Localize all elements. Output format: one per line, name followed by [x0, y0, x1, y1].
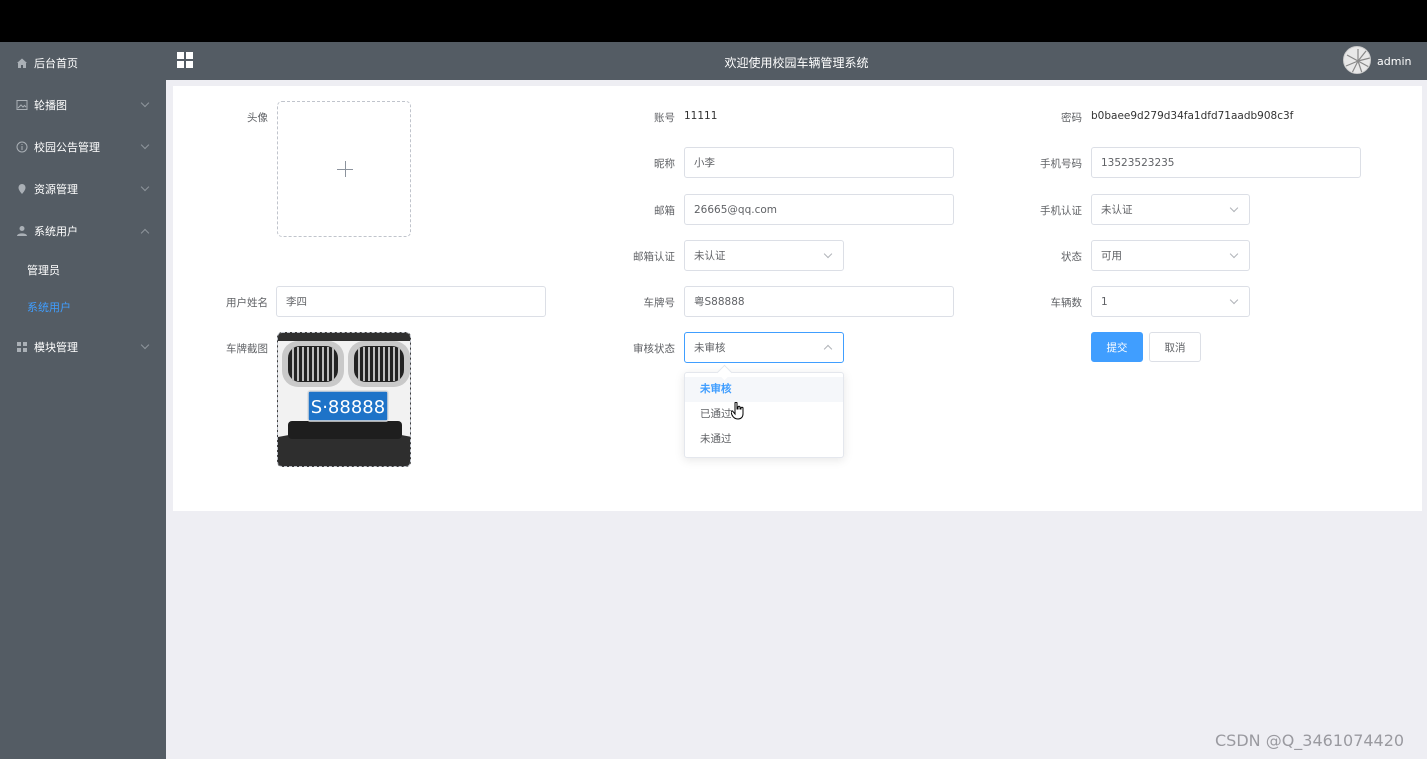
home-icon: [16, 57, 28, 69]
review-value: 未审核: [694, 342, 726, 354]
chevron-up-icon: [140, 228, 150, 238]
chevron-down-icon: [1229, 249, 1239, 259]
page-title: 欢迎使用校园车辆管理系统: [724, 56, 869, 70]
review-option[interactable]: 已通过: [685, 402, 843, 427]
email-verify-label: 邮箱认证: [633, 251, 675, 263]
chevron-down-icon: [823, 249, 833, 259]
review-dropdown: 未审核 已通过 未通过: [684, 372, 844, 458]
sidebar-subitem-label: 系统用户: [27, 301, 71, 314]
email-label: 邮箱: [654, 205, 675, 217]
chevron-down-icon: [140, 140, 150, 150]
sidebar-item-home[interactable]: 后台首页: [0, 43, 166, 83]
sidebar-item-label: 资源管理: [34, 183, 78, 196]
plate-text: S·88888: [311, 397, 385, 418]
sidebar-subitem-label: 管理员: [27, 264, 60, 277]
sidebar-item-system-users[interactable]: 系统用户: [0, 211, 166, 251]
sidebar-item-label: 模块管理: [34, 341, 78, 354]
password-label: 密码: [1061, 112, 1082, 124]
email-verify-select[interactable]: 未认证: [684, 240, 844, 271]
info-icon: [16, 141, 28, 153]
review-select[interactable]: 未审核: [684, 332, 844, 363]
user-icon: [16, 225, 28, 237]
grid-icon: [16, 341, 28, 353]
chevron-down-icon: [1229, 295, 1239, 305]
phone-verify-value: 未认证: [1101, 204, 1133, 216]
phone-verify-select[interactable]: 未认证: [1091, 194, 1250, 225]
sidebar-item-label: 校园公告管理: [34, 141, 100, 154]
top-header: 欢迎使用校园车辆管理系统 admin: [166, 42, 1427, 80]
sidebar-item-label: 轮播图: [34, 99, 67, 112]
phone-value: 13523523235: [1101, 156, 1175, 169]
username[interactable]: admin: [1377, 55, 1411, 68]
sidebar-item-modules[interactable]: 模块管理: [0, 327, 166, 367]
phone-input[interactable]: 13523523235: [1091, 147, 1361, 178]
plate-value: 粤S88888: [694, 296, 745, 308]
status-select[interactable]: 可用: [1091, 240, 1250, 271]
nickname-value: 小李: [694, 157, 715, 169]
phone-label: 手机号码: [1040, 158, 1082, 170]
plate-image-label: 车牌截图: [226, 343, 268, 355]
realname-input[interactable]: 李四: [276, 286, 546, 317]
plate-image-uploader[interactable]: S·88888: [277, 332, 411, 467]
sidebar-subitem-system-users[interactable]: 系统用户: [0, 289, 166, 325]
status-value: 可用: [1101, 250, 1122, 262]
review-label: 审核状态: [633, 343, 675, 355]
chevron-down-icon: [1229, 203, 1239, 213]
account-label: 账号: [654, 112, 675, 124]
hand-cursor-icon: [731, 402, 744, 420]
chevron-down-icon: [140, 98, 150, 108]
car-count-select[interactable]: 1: [1091, 286, 1250, 317]
plate-label: 车牌号: [643, 297, 676, 309]
phone-verify-label: 手机认证: [1040, 205, 1082, 217]
sidebar-item-notice[interactable]: 校园公告管理: [0, 127, 166, 167]
watermark: CSDN @Q_3461074420: [1215, 731, 1405, 750]
nickname-label: 昵称: [654, 158, 675, 170]
realname-label: 用户姓名: [226, 297, 268, 309]
sidebar-subitem-admin[interactable]: 管理员: [0, 252, 166, 288]
avatar[interactable]: [1343, 46, 1371, 74]
picture-icon: [16, 99, 28, 111]
plate-input[interactable]: 粤S88888: [684, 286, 954, 317]
sidebar-item-label: 系统用户: [34, 225, 78, 238]
submit-button[interactable]: 提交: [1091, 332, 1143, 362]
sidebar-item-label: 后台首页: [34, 57, 78, 70]
car-plate-photo: S·88888: [278, 333, 410, 466]
realname-value: 李四: [286, 296, 307, 308]
nickname-input[interactable]: 小李: [684, 147, 954, 178]
chevron-up-icon: [823, 344, 833, 354]
review-option[interactable]: 未通过: [685, 427, 843, 452]
email-value: 26665@qq.com: [694, 203, 777, 216]
email-verify-value: 未认证: [694, 250, 726, 262]
sidebar-item-resources[interactable]: 资源管理: [0, 169, 166, 209]
avatar-label: 头像: [247, 112, 268, 124]
avatar-uploader[interactable]: [277, 101, 411, 237]
top-black-bar: [0, 0, 1427, 42]
car-count-label: 车辆数: [1050, 297, 1083, 309]
review-option[interactable]: 未审核: [685, 377, 843, 402]
car-count-value: 1: [1101, 295, 1108, 308]
chevron-down-icon: [140, 340, 150, 350]
password-value: b0baee9d279d34fa1dfd71aadb908c3f: [1091, 110, 1294, 122]
email-input[interactable]: 26665@qq.com: [684, 194, 954, 225]
cancel-button[interactable]: 取消: [1149, 332, 1201, 362]
account-value: 11111: [684, 110, 718, 122]
status-label: 状态: [1061, 251, 1082, 263]
sidebar: 后台首页 轮播图 校园公告管理 资源管理 系统用户 管理员 系统用户 模块管理: [0, 42, 166, 759]
chevron-down-icon: [140, 182, 150, 192]
location-icon: [16, 183, 28, 195]
sidebar-item-carousel[interactable]: 轮播图: [0, 85, 166, 125]
